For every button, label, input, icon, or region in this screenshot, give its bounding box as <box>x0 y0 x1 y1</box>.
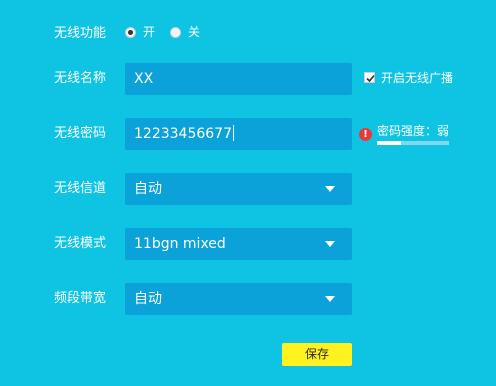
warning-icon: ! <box>359 128 372 141</box>
chevron-down-icon <box>325 186 335 192</box>
wireless-off-label[interactable]: 关 <box>188 25 200 39</box>
ssid-label: 无线名称 <box>54 71 107 86</box>
bandwidth-value: 自动 <box>134 291 162 307</box>
save-button[interactable]: 保存 <box>282 343 352 366</box>
password-input[interactable]: 12233456677 <box>125 118 352 150</box>
bandwidth-select[interactable]: 自动 <box>125 283 352 315</box>
channel-value: 自动 <box>134 181 162 197</box>
bandwidth-label: 频段带宽 <box>54 291 107 306</box>
ssid-input[interactable]: XX <box>125 63 352 95</box>
wireless-on-label[interactable]: 开 <box>143 25 155 39</box>
mode-select[interactable]: 11bgn mixed <box>125 228 352 260</box>
text-cursor <box>232 125 234 141</box>
wireless-switch-label: 无线功能 <box>54 26 107 41</box>
password-value: 12233456677 <box>134 126 232 142</box>
password-label: 无线密码 <box>54 126 107 141</box>
password-strength-meter <box>377 141 449 145</box>
broadcast-checkbox[interactable] <box>364 72 375 83</box>
broadcast-label[interactable]: 开启无线广播 <box>381 71 453 85</box>
mode-value: 11bgn mixed <box>134 236 226 252</box>
channel-label: 无线信道 <box>54 181 107 196</box>
password-strength-fill <box>377 141 401 145</box>
mode-label: 无线模式 <box>54 236 107 251</box>
password-strength-label: 密码强度：弱 <box>377 124 450 138</box>
check-icon <box>366 74 375 83</box>
chevron-down-icon <box>325 296 335 302</box>
wireless-off-radio[interactable] <box>170 27 181 38</box>
channel-select[interactable]: 自动 <box>125 173 352 205</box>
chevron-down-icon <box>325 241 335 247</box>
wireless-on-radio[interactable] <box>125 27 136 38</box>
ssid-value: XX <box>134 71 154 87</box>
